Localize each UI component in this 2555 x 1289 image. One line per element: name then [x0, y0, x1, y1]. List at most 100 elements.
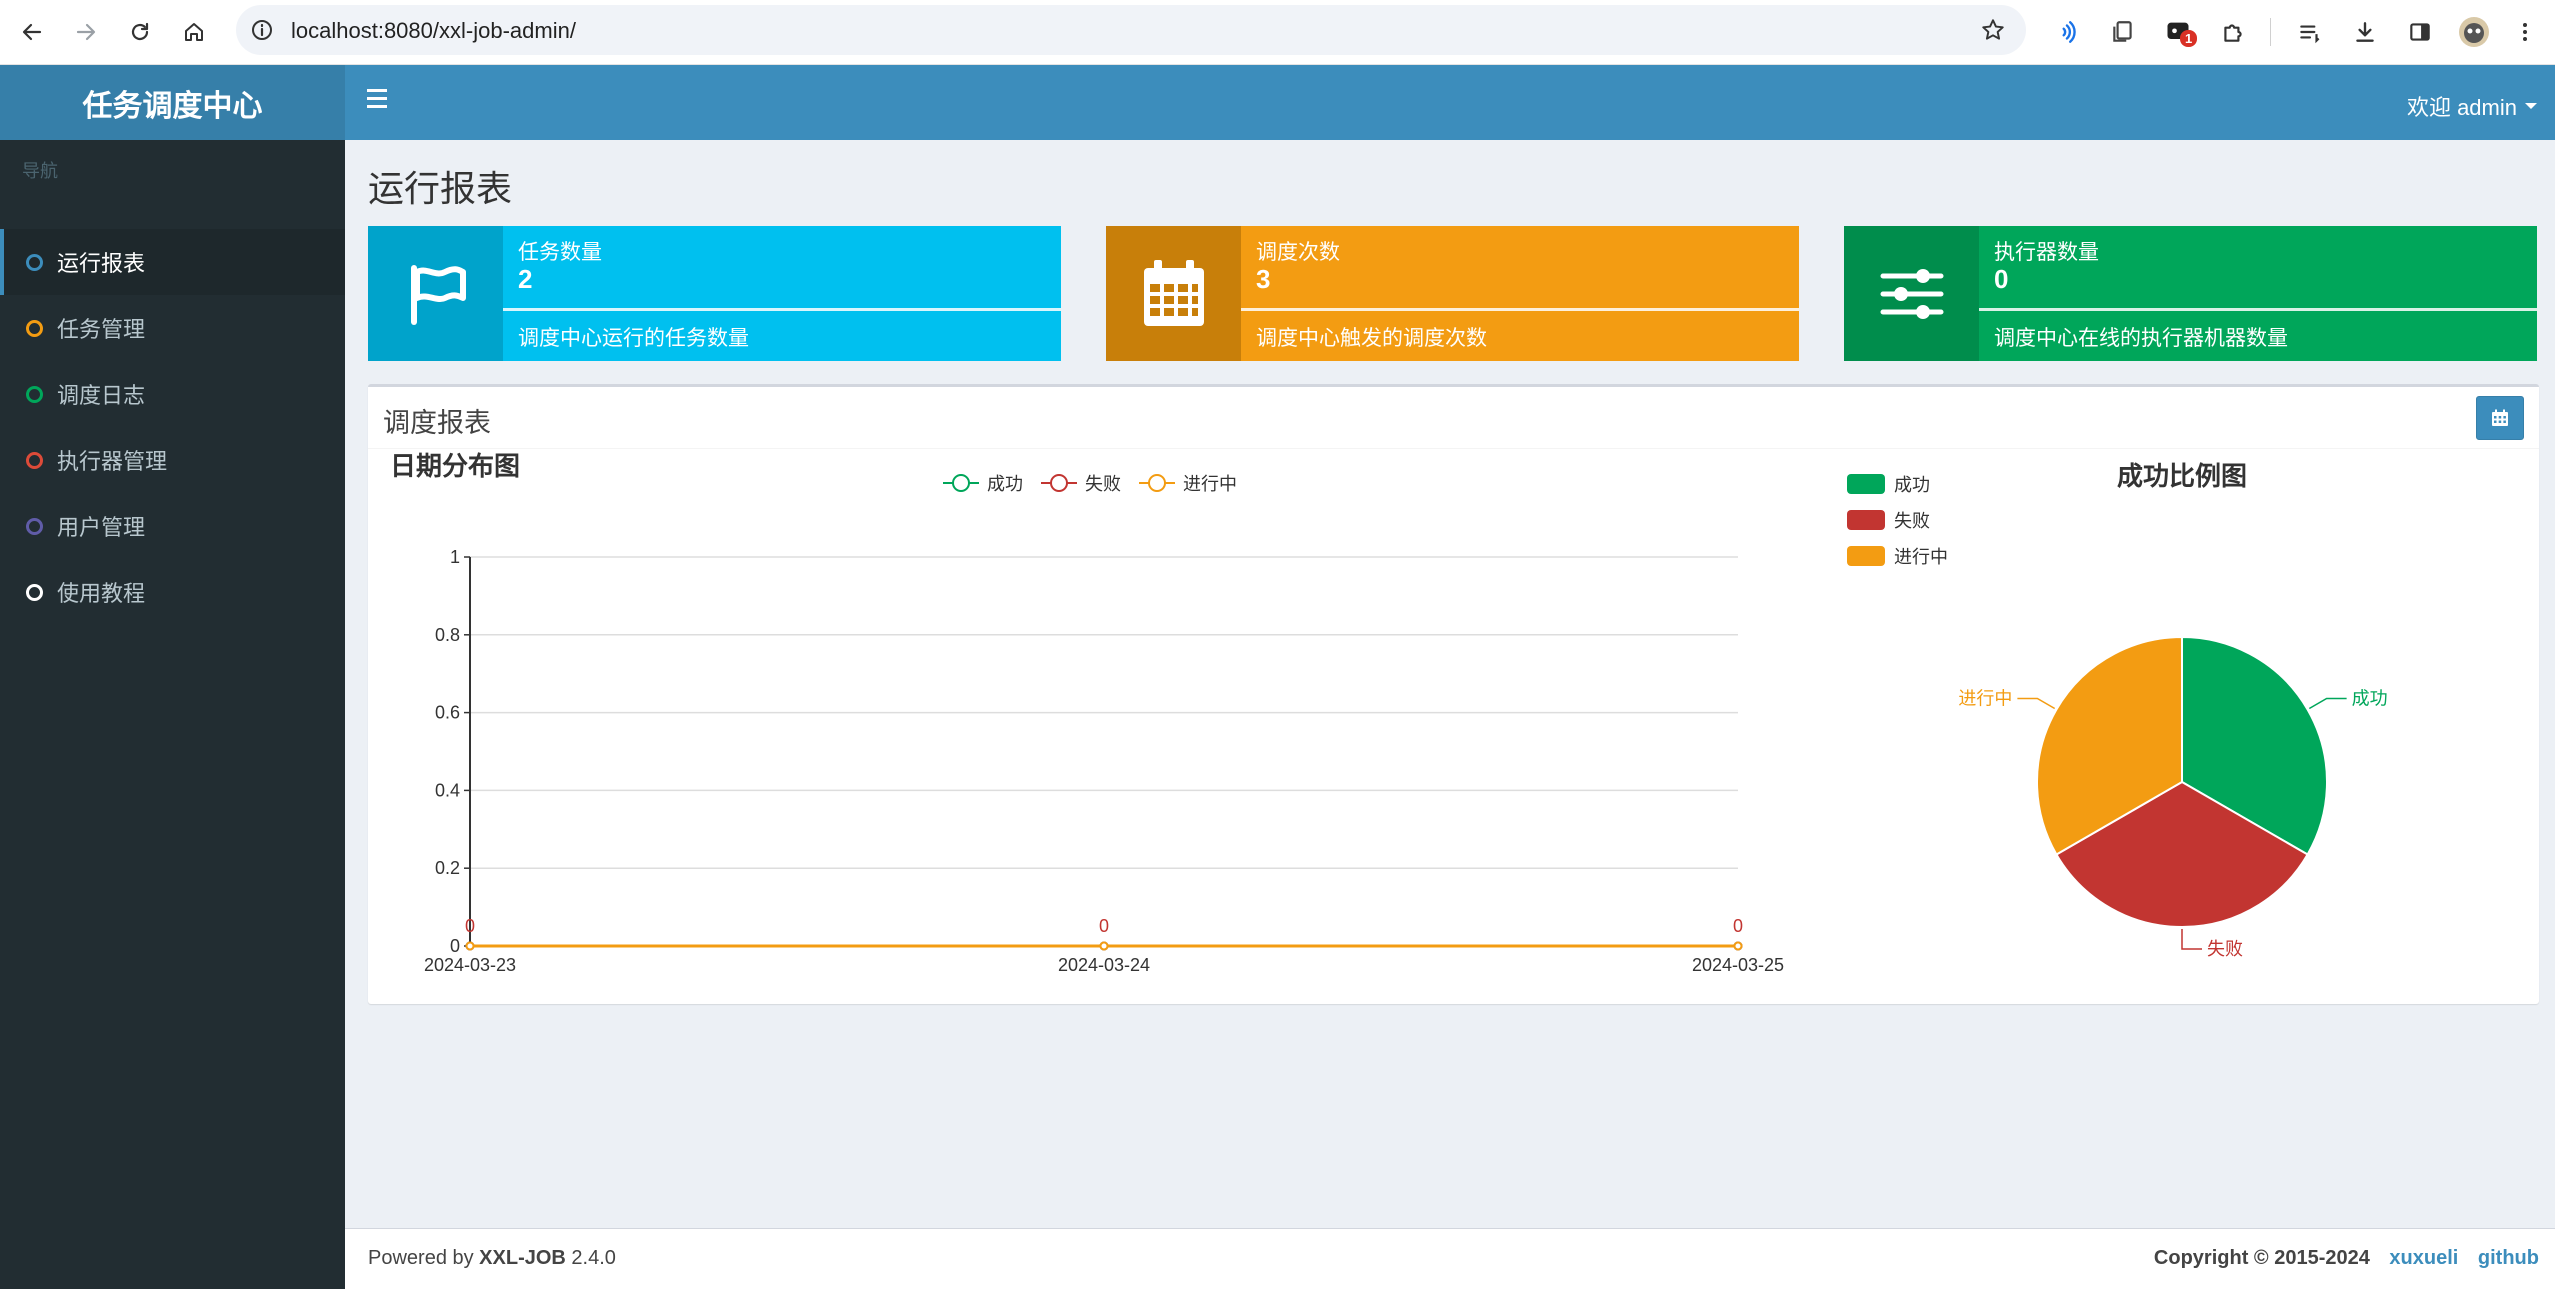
pie-legend-item-0[interactable]: 成功 [1847, 474, 1930, 495]
y-tick-label: 1 [450, 547, 460, 567]
home-button[interactable] [174, 12, 214, 52]
side-panel-icon [2410, 23, 2430, 41]
reading-list-button[interactable] [2290, 12, 2330, 52]
info-box-1: 调度次数 3 调度中心触发的调度次数 [1106, 226, 1799, 361]
legend-item-2[interactable]: 进行中 [1139, 474, 1237, 494]
data-label: 0 [1099, 916, 1109, 936]
progress-bar [1241, 308, 1799, 311]
info-box-content: 任务数量 2 调度中心运行的任务数量 [503, 226, 1061, 361]
sidebar-item-0[interactable]: 运行报表 [0, 229, 345, 295]
y-tick-label: 0 [450, 936, 460, 956]
reload-button[interactable] [120, 12, 160, 52]
sidebar-item-label: 用户管理 [57, 515, 146, 540]
info-box-desc: 调度中心触发的调度次数 [1256, 327, 1487, 350]
sidebar-item-5[interactable]: 使用教程 [0, 559, 345, 625]
pie-label-line [2181, 929, 2202, 950]
profile-button[interactable] [2454, 12, 2494, 52]
sidebar-item-label: 任务管理 [57, 317, 146, 342]
star-icon[interactable] [1980, 17, 2006, 43]
circle-icon [26, 253, 43, 271]
info-box-label: 任务数量 [518, 241, 602, 264]
circle-icon [26, 319, 43, 337]
pie-legend-item-2[interactable]: 进行中 [1847, 546, 1948, 567]
pie-legend-label: 进行中 [1894, 547, 1948, 567]
flag-icon [368, 226, 503, 361]
address-bar[interactable]: localhost:8080/xxl-job-admin/ [236, 5, 2026, 55]
legend-label: 失败 [1085, 474, 1121, 494]
pie-legend-label: 失败 [1894, 511, 1930, 531]
line-chart-title: 日期分布图 [390, 451, 520, 481]
calendar-icon [1106, 226, 1241, 361]
legend-label: 成功 [987, 474, 1023, 494]
version-text: 2.4.0 [565, 1247, 616, 1269]
app-logo[interactable]: 任务调度中心 [0, 65, 345, 140]
powered-prefix: Powered by [368, 1247, 480, 1269]
info-box-2: 执行器数量 0 调度中心在线的执行器机器数量 [1844, 226, 2537, 361]
sidebar-item-2[interactable]: 调度日志 [0, 361, 345, 427]
sidebar-item-4[interactable]: 用户管理 [0, 493, 345, 559]
arrow-right-icon [76, 23, 96, 41]
date-range-button[interactable] [2476, 396, 2524, 440]
info-box-number: 2 [518, 264, 533, 294]
kebab-menu-icon [2523, 23, 2527, 41]
info-box-content: 执行器数量 0 调度中心在线的执行器机器数量 [1979, 226, 2537, 361]
report-title: 调度报表 [383, 408, 491, 438]
report-header: 调度报表 [368, 387, 2539, 449]
info-box-number: 0 [1994, 264, 2009, 294]
back-button[interactable] [12, 12, 52, 52]
extensions-button[interactable] [2213, 12, 2253, 52]
data-point[interactable] [465, 941, 475, 951]
toolbar-divider [2270, 18, 2271, 46]
extension-badge-button[interactable]: 1 [2158, 12, 2198, 52]
info-box-desc: 调度中心在线的执行器机器数量 [1994, 327, 2288, 350]
sidebar-item-label: 执行器管理 [57, 449, 168, 474]
info-box-number: 3 [1256, 264, 1271, 294]
top-navbar: 欢迎 admin [345, 65, 2555, 140]
legend-label: 进行中 [1183, 474, 1237, 494]
copy-extension-button[interactable] [2103, 12, 2143, 52]
github-link[interactable]: github [2478, 1247, 2539, 1269]
profile-avatar-icon [2459, 17, 2489, 47]
progress-bar [503, 308, 1061, 311]
report-panel: 调度报表 日期分布图 成功 失败 进行中 0 0.2 0.4 0.6 0.8 1 2024-03-2… [368, 384, 2539, 1004]
site-info-icon [252, 20, 272, 40]
circle-icon [26, 385, 43, 403]
calendar-icon [2492, 409, 2508, 426]
downloads-button[interactable] [2345, 12, 2385, 52]
data-point[interactable] [1099, 941, 1109, 951]
caret-down-icon [2525, 103, 2537, 109]
user-menu[interactable]: 欢迎 admin [2407, 90, 2537, 122]
extension-count-badge: 1 [2180, 30, 2198, 47]
author-link[interactable]: xuxueli [2389, 1247, 2458, 1269]
puzzle-icon [2224, 24, 2242, 42]
data-point[interactable] [1733, 941, 1743, 951]
home-icon [185, 23, 203, 41]
forward-button[interactable] [66, 12, 106, 52]
sidebar-toggle-button[interactable] [367, 89, 389, 113]
browser-menu-button[interactable] [2505, 12, 2545, 52]
y-tick-label: 0.8 [435, 625, 460, 645]
sidebar-item-3[interactable]: 执行器管理 [0, 427, 345, 493]
pie-slice-label: 成功 [2352, 689, 2388, 709]
pie-label-line [2308, 697, 2347, 710]
data-label: 0 [1733, 916, 1743, 936]
sidebar-item-label: 调度日志 [57, 383, 146, 408]
read-aloud-button[interactable] [2048, 12, 2088, 52]
legend-item-0[interactable]: 成功 [943, 474, 1023, 494]
sidebar-item-1[interactable]: 任务管理 [0, 295, 345, 361]
sliders-icon [1844, 226, 1979, 361]
pie-slice-label: 失败 [2207, 939, 2243, 959]
powered-brand: XXL-JOB [479, 1247, 566, 1269]
side-panel-button[interactable] [2400, 12, 2440, 52]
reading-list-icon [2300, 25, 2320, 44]
read-aloud-icon [2062, 21, 2076, 43]
copyright-text: Copyright © 2015-2024 [2153, 1247, 2370, 1269]
info-box-content: 调度次数 3 调度中心触发的调度次数 [1241, 226, 1799, 361]
progress-bar [1979, 308, 2537, 311]
x-tick-label: 2024-03-23 [424, 955, 516, 975]
footer-powered: Powered by XXL-JOB 2.4.0 [368, 1247, 616, 1270]
circle-icon [26, 517, 43, 535]
download-icon [2356, 22, 2374, 42]
legend-item-1[interactable]: 失败 [1041, 474, 1121, 494]
pie-legend-item-1[interactable]: 失败 [1847, 510, 1930, 531]
